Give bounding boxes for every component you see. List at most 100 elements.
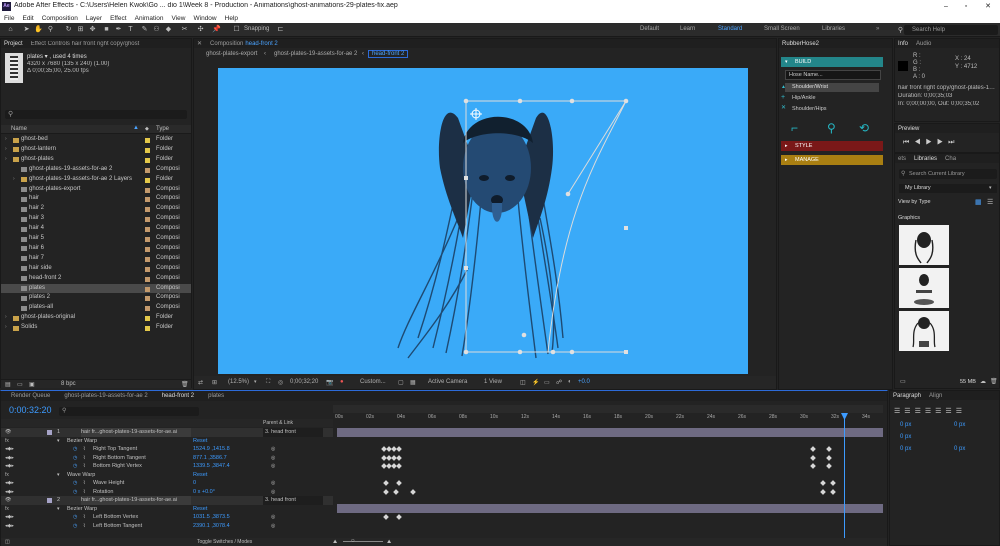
label-color-icon[interactable] (145, 306, 150, 312)
flowchart-icon[interactable]: ☍ (556, 379, 562, 386)
fx-icon[interactable]: fx (5, 505, 9, 514)
graphic-thumbnail[interactable] (899, 268, 949, 308)
workspace-learn[interactable]: Learn (680, 26, 695, 32)
menu-view[interactable]: View (172, 15, 186, 22)
close-icon[interactable]: ✕ (982, 1, 994, 12)
tab-character[interactable]: Cha (945, 156, 956, 162)
project-search-input[interactable]: ⚲ (5, 110, 187, 119)
pen-tool-icon[interactable]: ✒ (114, 25, 123, 34)
property-row[interactable]: ◂◆▸ ◷ ⌇ Wave Height 0 ◎ (1, 479, 333, 488)
disclosure-icon[interactable]: › (5, 135, 7, 145)
hose-name-input[interactable]: Hose Name... (785, 70, 881, 80)
clone-stamp-tool-icon[interactable]: ⚇ (152, 25, 161, 34)
effect-row[interactable]: fx ▾ Bezier Warp Reset (1, 437, 333, 446)
timeline-zoom-slider[interactable] (343, 541, 383, 542)
grid-view-icon[interactable]: ▦ (975, 198, 982, 206)
playhead[interactable] (844, 413, 845, 539)
expression-pickwhip-icon[interactable]: ◎ (271, 479, 275, 488)
transparency-grid-icon[interactable]: ▦ (410, 379, 416, 386)
indent-right-value[interactable]: 0 px (954, 422, 965, 428)
keyframe-navigator-icon[interactable]: ◂◆▸ (5, 522, 14, 531)
indent-left-value[interactable]: 0 px (900, 422, 911, 428)
bend-arm-icon[interactable]: ⌐ (791, 121, 798, 135)
fx-icon[interactable]: fx (5, 437, 9, 446)
stopwatch-icon[interactable]: ◷ (73, 445, 77, 454)
stopwatch-icon[interactable]: ◷ (73, 462, 77, 471)
option-hip-ankle[interactable]: Hip/Ankle (785, 94, 879, 103)
property-row[interactable]: ◂◆▸ ◷ ⌇ Bottom Right Vertex 1339.5 ,3847.4 ◎ (1, 462, 333, 471)
project-item[interactable]: › ghost-bed Folder (1, 135, 191, 145)
tab-assets[interactable]: ets (898, 156, 906, 162)
graph-icon[interactable]: ⌇ (83, 445, 85, 454)
property-row[interactable]: ◂◆▸ ◷ ⌇ Left Bottom Vertex 1031.5 ,3873.5 ◎ (1, 513, 333, 522)
property-value[interactable]: 2390.1 ,3078.4 (193, 522, 230, 531)
tab-libraries[interactable]: Libraries (914, 156, 937, 162)
breadcrumb-item[interactable]: ghost-plates-19-assets-for-ae 2 (274, 51, 357, 57)
tab-head-front-2[interactable]: head-front 2 (162, 393, 194, 399)
roto-brush-tool-icon[interactable]: ✂ (180, 25, 189, 34)
keyframe[interactable] (830, 488, 836, 495)
selection-tool-icon[interactable]: ➤ (22, 25, 31, 34)
keyframe[interactable] (396, 514, 402, 520)
label-color-icon[interactable] (47, 430, 52, 435)
effect-row[interactable]: fx ▾ Bezier Warp Reset (1, 505, 333, 514)
property-value[interactable]: 0 (193, 479, 196, 488)
label-color-icon[interactable] (145, 266, 150, 272)
justify-last-center-icon[interactable]: ☰ (935, 408, 945, 415)
build-button[interactable]: ▾ BUILD (781, 57, 883, 67)
exposure-value[interactable]: +0.0 (578, 379, 590, 385)
menu-help[interactable]: Help (225, 15, 238, 22)
composition-viewer[interactable] (218, 68, 748, 374)
resolution-select[interactable]: Custom... (360, 379, 386, 385)
project-item[interactable]: plates-all Composi (1, 303, 191, 313)
disclosure-icon[interactable]: ▾ (57, 505, 60, 514)
rubberhose-title[interactable]: RubberHose2 (782, 41, 819, 47)
workspace-overflow-icon[interactable]: » (876, 26, 879, 32)
label-color-icon[interactable] (145, 227, 150, 233)
current-time-readout[interactable]: 0;00;32;20 (290, 379, 318, 385)
option-shoulder-wrist[interactable]: Shoulder/Wrist (785, 83, 879, 92)
disclosure-icon[interactable]: ▾ (57, 437, 60, 446)
justify-last-right-icon[interactable]: ☰ (945, 408, 955, 415)
disclosure-icon[interactable]: › (5, 323, 7, 333)
stopwatch-icon[interactable]: ◷ (73, 454, 77, 463)
keyframe[interactable] (826, 463, 832, 469)
zoom-dropdown-icon[interactable]: ▾ (254, 379, 257, 385)
type-tool-icon[interactable]: T (126, 25, 135, 34)
label-color-icon[interactable] (145, 286, 150, 292)
keyframe[interactable] (383, 514, 389, 520)
label-color-icon[interactable] (145, 147, 150, 153)
space-after-value[interactable]: 0 px (954, 446, 965, 452)
rotate-tool-icon[interactable]: ↻ (64, 25, 73, 34)
comp-tab-label[interactable]: Composition (210, 41, 243, 47)
keyframe[interactable] (381, 463, 387, 469)
property-value[interactable]: 1339.5 ,3847.4 (193, 462, 230, 471)
keyframe[interactable] (381, 446, 387, 452)
property-value[interactable]: 877.1 ,3586.7 (193, 454, 227, 463)
option-shoulder-hips[interactable]: Shoulder/Hips (785, 105, 879, 114)
property-value[interactable]: 1524.9 ,1415.8 (193, 445, 230, 454)
graph-icon[interactable]: ⌇ (83, 513, 85, 522)
snap-icon[interactable]: ⊏ (276, 25, 285, 34)
column-parent-link[interactable]: Parent & Link (263, 420, 293, 426)
snapshot-icon[interactable]: 📷 (326, 379, 333, 386)
effect-reset[interactable]: Reset (193, 437, 207, 446)
tab-info[interactable]: Info (898, 41, 908, 47)
fullscreen-icon[interactable]: ⛶ (266, 379, 270, 386)
visibility-icon[interactable]: 👁 (5, 496, 11, 505)
column-type[interactable]: Type (156, 126, 169, 132)
project-item[interactable]: head-front 2 Composi (1, 274, 191, 284)
label-color-icon[interactable] (145, 237, 150, 242)
keyframe[interactable] (810, 446, 816, 452)
label-color-icon[interactable] (145, 316, 150, 322)
interpret-footage-icon[interactable]: ▤ (5, 381, 11, 388)
property-value[interactable]: 1031.5 ,3873.5 (193, 513, 230, 522)
views-select[interactable]: 1 View (484, 379, 502, 385)
timeline-toggle-icon[interactable]: ▭ (544, 379, 550, 386)
bpc-label[interactable]: 8 bpc (61, 381, 76, 387)
keyframe[interactable] (830, 480, 836, 486)
disclosure-icon[interactable]: ▾ (57, 471, 60, 480)
snapping-checkbox-icon[interactable]: ☐ (232, 25, 241, 34)
label-color-icon[interactable] (145, 207, 150, 213)
project-item[interactable]: › ghost-plates-original Folder (1, 313, 191, 323)
